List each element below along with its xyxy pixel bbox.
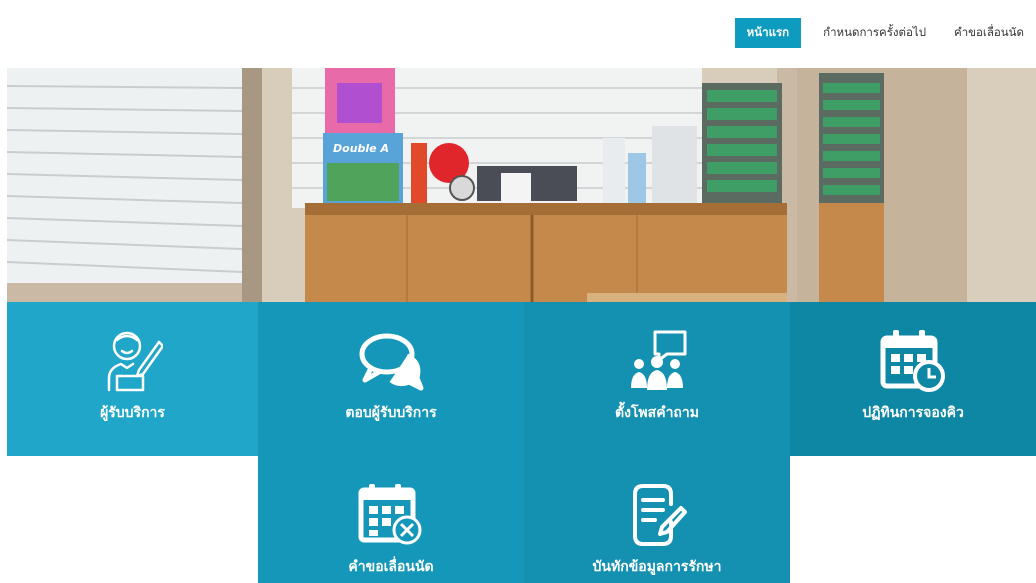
tile-service-recipients[interactable]: ผู้รับบริการ	[7, 302, 258, 456]
document-edit-icon	[622, 480, 692, 550]
nav-home[interactable]: หน้าแรก	[734, 18, 802, 48]
calendar-cancel-icon	[356, 480, 426, 550]
tile-label: ผู้รับบริการ	[100, 405, 165, 421]
hero-image: Double A	[7, 68, 1036, 303]
tile-label: คำขอเลื่อนนัด	[348, 559, 434, 575]
calendar-clock-icon	[878, 326, 948, 396]
tile-label: บันทักข้อมูลการรักษา	[592, 559, 722, 575]
tile-reply-recipients[interactable]: ตอบผู้รับบริการ	[258, 302, 524, 456]
nav-next-schedule[interactable]: กำหนดการครั้งต่อไป	[817, 18, 932, 48]
tile-queue-calendar[interactable]: ปฏิทินการจองคิว	[790, 302, 1036, 456]
tile-post-question[interactable]: ตั้งโพสคำถาม	[524, 302, 790, 456]
chat-bubbles-icon	[356, 326, 426, 396]
tile-reschedule-request[interactable]: คำขอเลื่อนนัด	[258, 456, 524, 583]
main-nav: หน้าแรก กำหนดการครั้งต่อไป คำขอเลื่อนนัด	[734, 18, 1030, 48]
top-navbar: หน้าแรก กำหนดการครั้งต่อไป คำขอเลื่อนนัด	[0, 0, 1036, 68]
user-writing-icon	[98, 326, 168, 396]
group-question-icon	[622, 326, 692, 396]
tile-label: ตอบผู้รับบริการ	[345, 405, 437, 421]
sign-text: Double A	[333, 142, 389, 155]
room-photo-image: Double A	[7, 68, 1036, 303]
tile-treatment-record[interactable]: บันทักข้อมูลการรักษา	[524, 456, 790, 583]
tile-label: ปฏิทินการจองคิว	[862, 405, 964, 421]
nav-reschedule-request[interactable]: คำขอเลื่อนนัด	[948, 18, 1030, 48]
tile-label: ตั้งโพสคำถาม	[614, 405, 699, 421]
